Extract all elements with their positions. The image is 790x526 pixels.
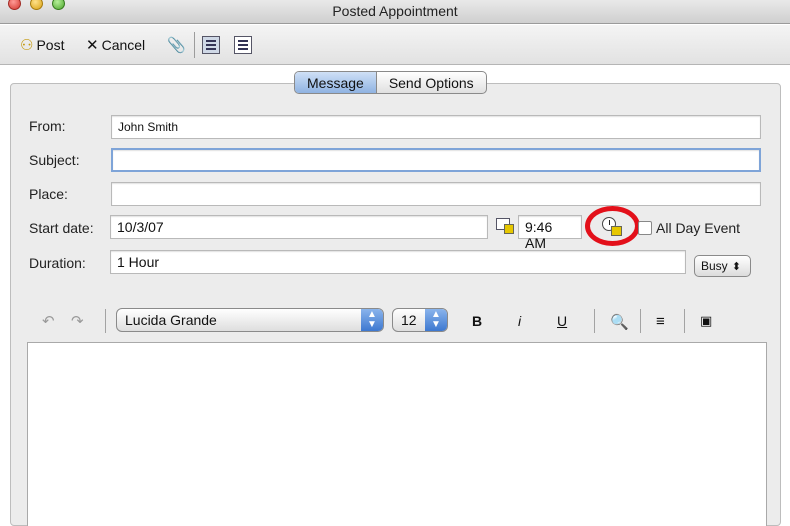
format-divider <box>105 309 106 333</box>
undo-icon[interactable]: ↶ <box>42 312 55 330</box>
tab-bar: Message Send Options <box>294 71 487 94</box>
cancel-label: Cancel <box>101 37 146 53</box>
redo-icon[interactable]: ↷ <box>71 312 84 330</box>
format-divider <box>594 309 595 333</box>
post-button[interactable]: ⚇ Post <box>20 36 64 54</box>
start-date-field[interactable]: 10/3/07 <box>110 215 488 239</box>
attach-icon: 📎 <box>167 37 186 54</box>
italic-button[interactable]: i <box>518 313 521 329</box>
all-day-label: All Day Event <box>656 220 741 236</box>
show-as-value: Busy <box>701 259 728 273</box>
subject-field[interactable] <box>111 148 761 172</box>
duration-field[interactable]: 1 Hour <box>110 250 686 274</box>
place-field[interactable] <box>111 182 761 206</box>
align-icon[interactable]: ≡ <box>656 313 665 330</box>
highlight-ring <box>585 206 640 246</box>
tab-message[interactable]: Message <box>295 72 377 93</box>
size-popup-arrows-icon: ▲ ▼ <box>425 309 447 331</box>
start-date-label: Start date: <box>29 220 94 236</box>
toolbar: ⚇ Post ✕ Cancel 📎 <box>0 25 790 65</box>
cancel-icon: ✕ <box>86 37 99 54</box>
title-bar: Posted Appointment <box>0 0 790 24</box>
post-label: Post <box>36 37 65 53</box>
duration-label: Duration: <box>29 255 86 271</box>
format-divider <box>640 309 641 333</box>
font-family-value: Lucida Grande <box>125 312 217 328</box>
bold-button[interactable]: B <box>472 313 482 329</box>
popup-arrows-icon: ⬍ <box>731 261 741 273</box>
cancel-button[interactable]: ✕ Cancel <box>86 36 145 54</box>
post-icon: ⚇ <box>20 37 34 54</box>
spellcheck-icon[interactable]: 🔍 <box>610 313 629 331</box>
from-field[interactable]: John Smith <box>111 115 761 139</box>
place-label: Place: <box>29 186 68 202</box>
show-as-popup[interactable]: Busy ⬍ <box>694 255 751 277</box>
subject-label: Subject: <box>29 152 80 168</box>
window-title: Posted Appointment <box>332 3 458 19</box>
start-time-field[interactable]: 9:46 AM <box>518 215 582 251</box>
font-popup-arrows-icon: ▲ ▼ <box>361 309 383 331</box>
from-label: From: <box>29 118 66 134</box>
font-size-value: 12 <box>401 312 417 328</box>
view-alt-icon[interactable] <box>234 36 252 54</box>
view-icon[interactable] <box>202 36 220 54</box>
format-divider <box>684 309 685 333</box>
attach-button[interactable]: 📎 <box>167 36 186 54</box>
font-family-select[interactable]: Lucida Grande ▲ ▼ <box>116 308 384 332</box>
message-body[interactable] <box>27 342 767 526</box>
insert-image-icon[interactable]: ▣ <box>700 313 712 329</box>
toolbar-divider <box>194 32 195 58</box>
calendar-icon[interactable] <box>496 218 514 234</box>
underline-button[interactable]: U <box>557 313 567 329</box>
font-size-select[interactable]: 12 ▲ ▼ <box>392 308 448 332</box>
tab-send-options[interactable]: Send Options <box>377 72 486 93</box>
all-day-checkbox[interactable] <box>638 221 652 235</box>
